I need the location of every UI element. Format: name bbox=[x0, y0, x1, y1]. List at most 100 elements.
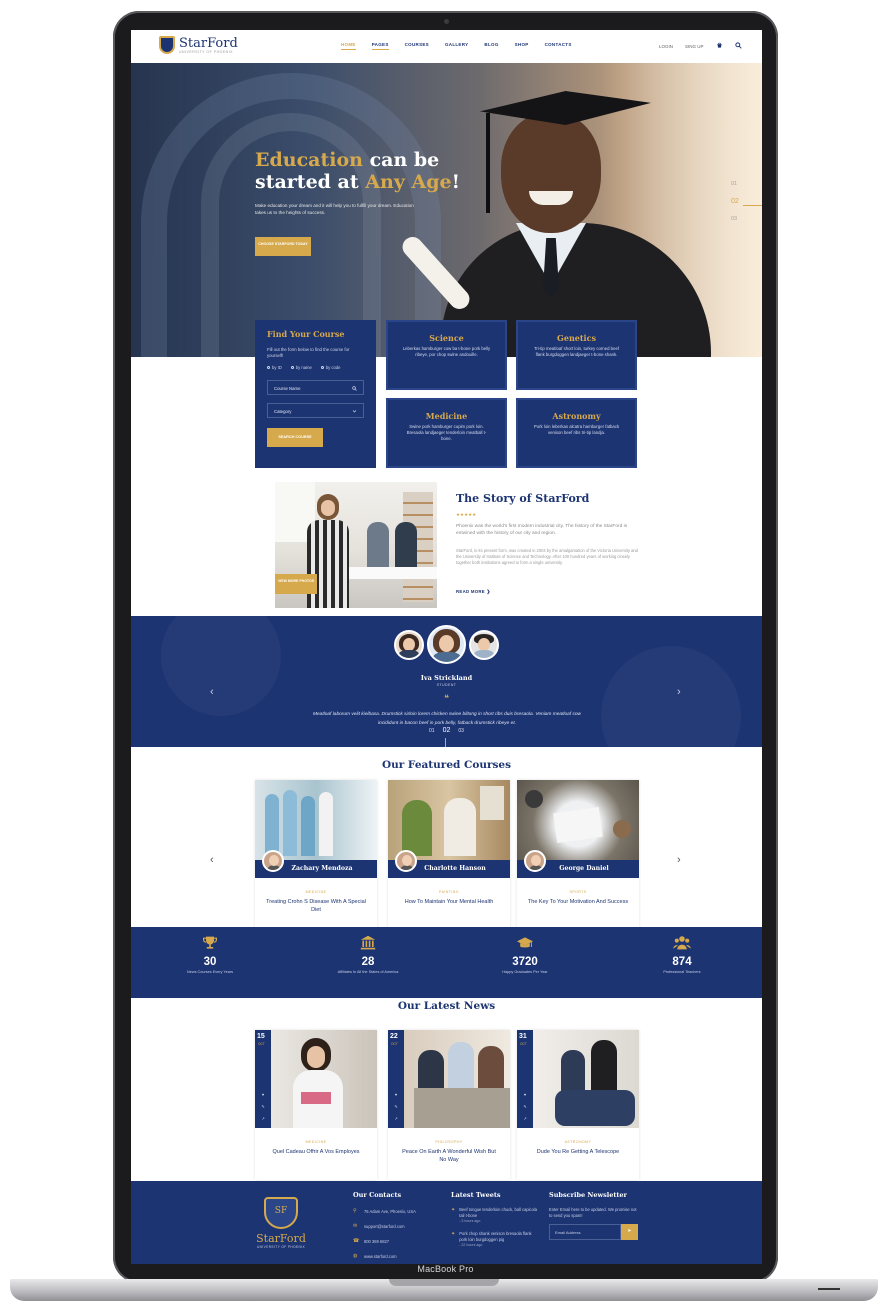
news-card[interactable]: 15 OCT ♥ ✎ ↗ MEDICINE Quel Cadeau Offrir… bbox=[255, 1030, 377, 1180]
contact-website[interactable]: www.starford.com bbox=[364, 1254, 397, 1259]
nav-courses[interactable]: COURSES bbox=[405, 42, 429, 50]
radio-by-name[interactable]: by name bbox=[290, 365, 312, 370]
avatar[interactable] bbox=[469, 630, 499, 660]
news-title[interactable]: Dude You Re Getting A Telescope bbox=[527, 1148, 629, 1156]
news-photo bbox=[271, 1030, 377, 1128]
news-category: ASTRONOMY bbox=[564, 1140, 592, 1144]
envelope-icon: ✉ bbox=[353, 1223, 358, 1229]
testimonial-text: Meatloaf laborum velit kielbasa. Drumsti… bbox=[312, 712, 582, 726]
nav-pages[interactable]: PAGES bbox=[371, 42, 389, 50]
trophy-icon bbox=[140, 934, 280, 952]
institution-icon bbox=[298, 934, 438, 952]
subscribe-button[interactable]: ➤ bbox=[621, 1224, 638, 1241]
choose-starford-button[interactable]: CHOOSE STARFORD TODAY bbox=[255, 237, 311, 256]
heart-icon[interactable]: ♥ bbox=[522, 1092, 528, 1097]
footer-logo[interactable]: SF StarFord UNIVERSITY OF PHOENIX bbox=[251, 1197, 311, 1249]
category-select[interactable]: Category bbox=[267, 403, 364, 418]
heart-icon[interactable]: ♥ bbox=[260, 1092, 266, 1097]
testimonial-page-03[interactable]: 03 bbox=[458, 728, 464, 734]
tweets-heading: Latest Tweets bbox=[451, 1191, 501, 1199]
avatar[interactable] bbox=[394, 630, 424, 660]
tweet-item: ✦ Beef tongue tenderloin chuck, ball cap… bbox=[451, 1207, 538, 1224]
comment-icon[interactable]: ✎ bbox=[260, 1104, 266, 1109]
contact-email[interactable]: support@starford.com bbox=[364, 1224, 405, 1229]
newsletter-heading: Subscribe Newsletter bbox=[549, 1191, 627, 1199]
testimonial-role: STUDENT bbox=[436, 683, 457, 687]
stat-value: 874 bbox=[672, 956, 692, 968]
nav-gallery[interactable]: GALLERY bbox=[445, 42, 468, 50]
nav-home[interactable]: HOME bbox=[341, 42, 356, 50]
course-category: MEDICINE bbox=[305, 890, 327, 894]
news-day: 15 bbox=[257, 1033, 265, 1040]
contact-phone[interactable]: 800 369 6827 bbox=[364, 1239, 389, 1244]
screen: StarFord UNIVERSITY OF PHOENIX HOME PAGE… bbox=[131, 30, 762, 1264]
users-icon bbox=[612, 934, 752, 952]
chevron-left-icon[interactable]: ‹ bbox=[210, 686, 214, 698]
cart-icon[interactable] bbox=[716, 42, 723, 51]
footer-tweets: Latest Tweets ✦ Beef tongue tenderloin c… bbox=[451, 1191, 539, 1247]
course-card[interactable]: George Daniel SPORTS The Key To Your Mot… bbox=[517, 780, 639, 928]
news-title[interactable]: Quel Cadeau Offrir A Vos Employes bbox=[265, 1148, 367, 1156]
stat-label: News Courses Every Years bbox=[186, 970, 233, 974]
category-card-astronomy[interactable]: Astronomy Pork loin leberkas alcatra ham… bbox=[516, 398, 637, 468]
nav-shop[interactable]: SHOP bbox=[515, 42, 529, 50]
search-by-options: by ID by name by code bbox=[267, 365, 364, 370]
testimonial-page-01[interactable]: 01 bbox=[429, 728, 435, 734]
news-photo bbox=[533, 1030, 639, 1128]
nav-blog[interactable]: BLOG bbox=[484, 42, 498, 50]
site-logo[interactable]: StarFord UNIVERSITY OF PHOENIX bbox=[159, 36, 238, 54]
testimonial-page-02[interactable]: 02 bbox=[443, 727, 451, 734]
slide-01[interactable]: 01 bbox=[731, 181, 739, 187]
news-card[interactable]: 22 OCT ♥ ✎ ↗ PHILOSOPHY Peace On Earth A… bbox=[388, 1030, 510, 1180]
news-card[interactable]: 31 OCT ♥ ✎ ↗ ASTRONOMY Dude You Re Getti… bbox=[517, 1030, 639, 1180]
avatar-active[interactable] bbox=[427, 625, 466, 664]
course-name-input[interactable]: Course Name bbox=[267, 380, 364, 395]
share-icon[interactable]: ↗ bbox=[393, 1116, 399, 1121]
chevron-right-icon[interactable]: › bbox=[677, 854, 681, 866]
signup-link[interactable]: SING UP bbox=[685, 44, 704, 49]
email-field[interactable]: Email Address bbox=[549, 1224, 621, 1241]
find-course-title: Find Your Course bbox=[267, 329, 345, 339]
comment-icon[interactable]: ✎ bbox=[393, 1104, 399, 1109]
course-title[interactable]: Treating Crohn S Disease With A Special … bbox=[263, 898, 369, 914]
course-title[interactable]: The Key To Your Motivation And Success bbox=[525, 898, 631, 906]
category-card-genetics[interactable]: Genetics Tri-tip meatloaf short loin, tu… bbox=[516, 320, 637, 390]
slide-02[interactable]: 02 bbox=[731, 198, 739, 205]
radio-by-code[interactable]: by code bbox=[320, 365, 341, 370]
share-icon[interactable]: ↗ bbox=[260, 1116, 266, 1121]
tweet-item: ✦ Pork chop shank venison bresaola flank… bbox=[451, 1231, 532, 1248]
nav-contacts[interactable]: CONTACTS bbox=[545, 42, 572, 50]
globe-icon: ◍ bbox=[353, 1253, 358, 1259]
read-more-link[interactable]: READ MORE ❯ bbox=[456, 589, 490, 595]
course-title[interactable]: How To Maintain Your Mental Health bbox=[396, 898, 502, 906]
search-course-button[interactable]: SEARCH COURSE bbox=[267, 428, 323, 447]
story-photo: VIEW MORE PHOTOS bbox=[275, 482, 437, 608]
graduate-photo bbox=[398, 73, 721, 357]
stat-value: 3720 bbox=[512, 956, 538, 968]
view-more-photos-button[interactable]: VIEW MORE PHOTOS bbox=[275, 574, 317, 594]
share-icon[interactable]: ↗ bbox=[522, 1116, 528, 1121]
chevron-left-icon[interactable]: ‹ bbox=[210, 854, 214, 866]
category-card-medicine[interactable]: Medicine Swine pork hamburger cupim pork… bbox=[386, 398, 507, 468]
news-month: OCT bbox=[391, 1042, 398, 1046]
shield-icon: SF bbox=[264, 1197, 298, 1229]
heart-icon[interactable]: ♥ bbox=[393, 1092, 399, 1097]
search-icon[interactable] bbox=[734, 42, 742, 51]
news-title[interactable]: Peace On Earth A Wonderful Wish But No W… bbox=[398, 1148, 500, 1164]
logo-name-a: Star bbox=[179, 35, 208, 51]
hero-banner: Education can be started at Any Age! Mak… bbox=[131, 63, 762, 357]
hero-slide-pager: 01 02 03 bbox=[731, 181, 762, 233]
course-card[interactable]: Zachary Mendoza MEDICINE Treating Crohn … bbox=[255, 780, 377, 928]
course-card[interactable]: Charlotte Hanson PAINTING How To Maintai… bbox=[388, 780, 510, 928]
category-card-science[interactable]: Science Leberkas hamburger cow ba t-bone… bbox=[386, 320, 507, 390]
login-link[interactable]: LOGIN bbox=[659, 44, 673, 49]
stat-affiliates: 28 Affiliates In All the States of Ameri… bbox=[298, 934, 438, 974]
shield-icon bbox=[159, 36, 175, 54]
chevron-right-icon[interactable]: › bbox=[677, 686, 681, 698]
laptop-base bbox=[10, 1279, 878, 1301]
comment-icon[interactable]: ✎ bbox=[522, 1104, 528, 1109]
course-photo bbox=[517, 780, 639, 860]
device-label: MacBook Pro bbox=[417, 1264, 474, 1274]
radio-by-id[interactable]: by ID bbox=[267, 365, 282, 370]
slide-03[interactable]: 03 bbox=[731, 216, 739, 222]
